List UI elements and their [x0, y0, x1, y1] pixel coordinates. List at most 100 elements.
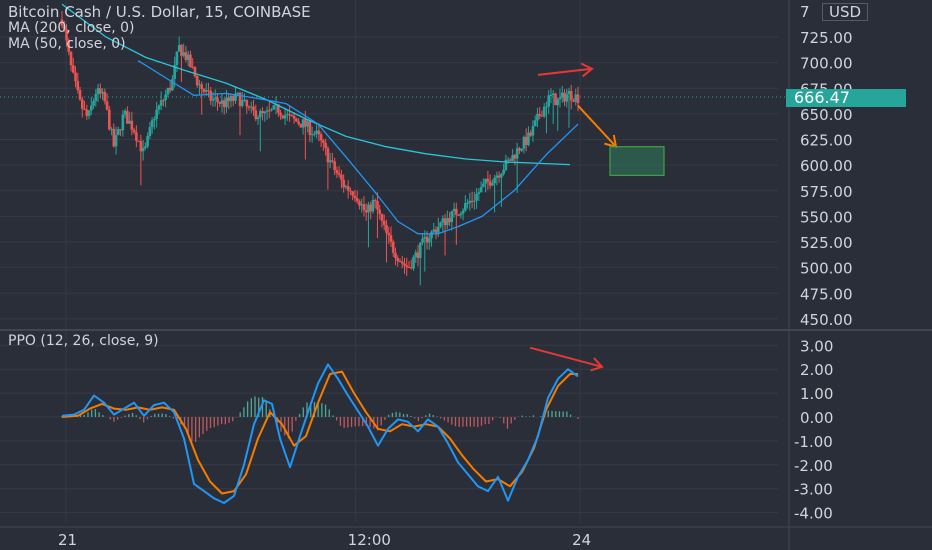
candle-down — [112, 128, 116, 147]
candle-down — [216, 97, 219, 102]
ppo-tick-label: 3.00 — [800, 337, 833, 355]
candle-up — [121, 114, 125, 131]
candle-up — [427, 238, 431, 243]
candle-up — [141, 147, 145, 152]
candle-up — [117, 129, 120, 136]
candle-down — [364, 210, 368, 213]
candle-up — [144, 146, 147, 148]
candle-down — [162, 100, 165, 102]
candle-up — [220, 100, 224, 104]
moving-averages — [61, 3, 579, 235]
candle-up — [159, 100, 163, 106]
candle-down — [351, 191, 354, 196]
candle-up — [549, 94, 553, 96]
candle-down — [340, 174, 343, 180]
candle-up — [495, 175, 499, 178]
candle-up — [473, 200, 476, 202]
chart-canvas[interactable]: 725.00700.00675.00650.00625.00600.00575.… — [0, 0, 932, 550]
candle-up — [491, 183, 494, 186]
candle-up — [439, 222, 442, 227]
candle-down — [299, 123, 303, 128]
candle-down — [295, 118, 298, 122]
candle-down — [572, 100, 575, 102]
candle-up — [175, 51, 179, 66]
candle-up — [89, 105, 93, 111]
grid — [0, 0, 789, 522]
candle-up — [92, 100, 95, 106]
candle-up — [421, 238, 424, 243]
candle-up — [423, 236, 427, 239]
candle-up — [265, 110, 269, 112]
candle-up — [371, 199, 375, 212]
candle-down — [317, 130, 321, 135]
candle-down — [184, 52, 188, 61]
candle-down — [369, 204, 372, 212]
candle-down — [405, 265, 409, 268]
candle-down — [391, 241, 395, 253]
candle-up — [560, 92, 564, 98]
candle-up — [123, 110, 127, 115]
candle-up — [110, 128, 113, 130]
candle-down — [434, 229, 438, 233]
candle-down — [180, 44, 183, 56]
candle-down — [168, 87, 172, 91]
candle-up — [258, 110, 262, 118]
candle-down — [195, 76, 199, 86]
candle-down — [209, 90, 213, 101]
candle-down — [380, 213, 384, 221]
candle-up — [441, 218, 445, 223]
candle-down — [569, 90, 573, 101]
candle-down — [108, 109, 111, 130]
candle-down — [529, 132, 532, 136]
candle-down — [509, 159, 512, 161]
candle-down — [74, 72, 77, 82]
candle-up — [502, 169, 505, 175]
candle-up — [301, 119, 305, 128]
candle-up — [157, 105, 161, 110]
candle-down — [137, 140, 140, 142]
candle-down — [394, 252, 397, 259]
candle-up — [436, 226, 440, 233]
candle-up — [430, 231, 433, 239]
candle-up — [229, 95, 233, 102]
candle-down — [76, 81, 80, 90]
candle-down — [331, 160, 334, 162]
candle-down — [353, 195, 357, 199]
candle-up — [446, 218, 449, 226]
candle-down — [231, 95, 235, 101]
candle-down — [448, 218, 451, 223]
candle-down — [373, 199, 377, 201]
candle-down — [455, 208, 458, 215]
candle-down — [290, 115, 294, 117]
currency-badge[interactable]: USD — [822, 3, 869, 21]
candle-down — [378, 209, 382, 214]
target-zone — [609, 146, 665, 176]
candle-down — [416, 252, 420, 258]
price-tick-label: 525.00 — [800, 234, 853, 252]
candle-up — [522, 136, 526, 149]
candle-up — [286, 114, 289, 116]
candle-up — [482, 183, 485, 188]
candle-up — [177, 44, 181, 52]
candle-up — [565, 94, 569, 102]
ppo-histogram — [61, 396, 579, 442]
candle-up — [493, 177, 496, 184]
candle-down — [540, 115, 544, 117]
candles — [60, 11, 580, 286]
ppo-tick-label: 2.00 — [800, 361, 833, 379]
candle-up — [310, 134, 314, 136]
candle-up — [182, 52, 185, 56]
candle-up — [87, 110, 91, 116]
price-tick-label: 725.00 — [800, 29, 853, 47]
candle-up — [567, 90, 571, 95]
candle-up — [263, 111, 267, 114]
candle-up — [574, 94, 578, 102]
candle-up — [556, 99, 560, 106]
candle-down — [130, 120, 134, 130]
candle-up — [468, 200, 472, 203]
candle-down — [335, 170, 339, 174]
ppo-tick-label: -2.00 — [794, 457, 833, 475]
candle-down — [563, 92, 566, 102]
candle-up — [148, 127, 152, 137]
candle-up — [461, 210, 465, 214]
